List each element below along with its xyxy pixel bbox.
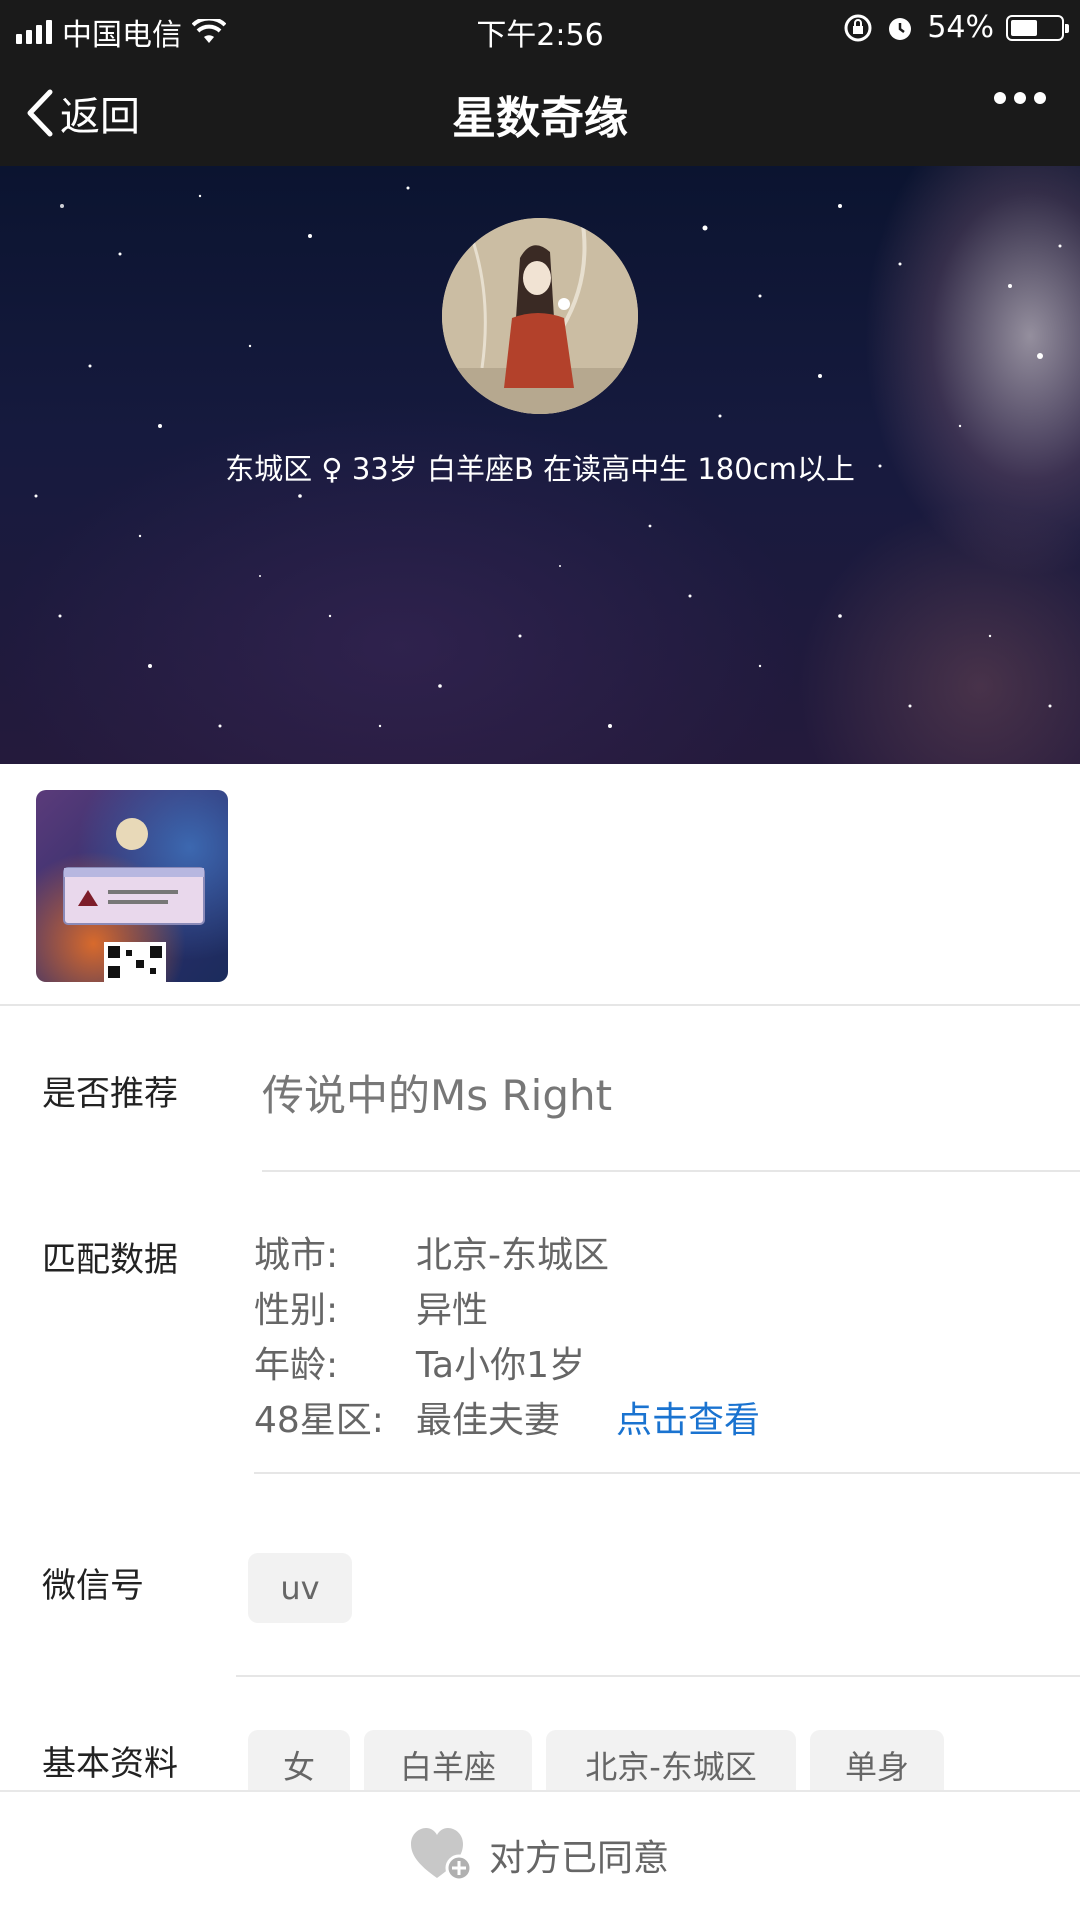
divider xyxy=(262,1170,1080,1172)
profile-zodiac: 白羊座B xyxy=(426,452,534,486)
match-value: 异性 xyxy=(416,1290,489,1331)
view-detail-link[interactable]: 点击查看 xyxy=(616,1393,760,1448)
match-label: 匹配数据 xyxy=(42,1240,178,1280)
profile-age: 33岁 xyxy=(351,452,418,486)
profile-hero: 东城区 ♀ 33岁 白羊座B 在读高中生 180cm以上 xyxy=(0,166,1080,764)
match-value: 北京-东城区 xyxy=(416,1235,609,1276)
match-key: 48星区: xyxy=(254,1400,384,1441)
match-row-zodiac-zone: 48星区: 最佳夫妻 点击查看 xyxy=(254,1393,760,1448)
battery-percent: 54% xyxy=(927,10,994,45)
qr-card-image xyxy=(63,818,205,982)
nav-bar: 返回 星数奇缘 xyxy=(0,56,1080,166)
more-dots-icon xyxy=(994,92,1006,104)
match-row-gender: 性别: 异性 xyxy=(254,1283,760,1338)
profile-summary: 东城区 ♀ 33岁 白羊座B 在读高中生 180cm以上 xyxy=(0,446,1080,488)
more-button[interactable] xyxy=(994,92,1046,104)
gender-symbol: ♀ xyxy=(321,452,343,486)
match-key: 性别: xyxy=(254,1290,339,1331)
profile-education: 在读高中生 xyxy=(543,452,689,486)
match-key: 城市: xyxy=(254,1235,339,1276)
match-key: 年龄: xyxy=(254,1345,339,1386)
bottom-action-bar: 对方已同意 xyxy=(0,1790,1080,1920)
battery-icon xyxy=(1006,14,1069,41)
alarm-icon xyxy=(889,17,912,40)
profile-district: 东城区 xyxy=(225,452,313,486)
wechat-label: 微信号 xyxy=(42,1566,144,1606)
basic-info-label: 基本资料 xyxy=(42,1744,178,1784)
avatar-illustration xyxy=(442,218,638,414)
qr-card-thumbnail[interactable] xyxy=(36,790,228,982)
wechat-id-chip[interactable]: uv xyxy=(248,1553,352,1623)
divider xyxy=(236,1675,1080,1677)
recommend-value: 传说中的Ms Right xyxy=(262,1071,613,1120)
profile-height: 180cm以上 xyxy=(697,452,855,486)
page-title: 星数奇缘 xyxy=(452,93,628,144)
recommend-label: 是否推荐 xyxy=(42,1074,178,1114)
more-dot xyxy=(1034,92,1046,104)
rotation-lock-icon xyxy=(844,14,872,41)
agree-status-text: 对方已同意 xyxy=(488,1838,669,1879)
match-data-list: 城市: 北京-东城区 性别: 异性 年龄: Ta小你1岁 48星区: 最佳夫妻 … xyxy=(254,1228,760,1448)
profile-avatar[interactable] xyxy=(442,218,638,414)
agree-status-button[interactable]: 对方已同意 xyxy=(0,1828,1080,1882)
more-dot xyxy=(1014,92,1026,104)
match-value: Ta小你1岁 xyxy=(416,1345,585,1386)
match-value: 最佳夫妻 xyxy=(416,1400,561,1441)
status-bar: 中国电信 下午2:56 54% xyxy=(0,0,1080,56)
divider xyxy=(0,1004,1080,1006)
divider xyxy=(254,1472,1080,1474)
heart-plus-icon xyxy=(410,1828,473,1882)
match-row-age: 年龄: Ta小你1岁 xyxy=(254,1338,760,1393)
profile-page: 中国电信 下午2:56 54% 返回 星数奇缘 东城区 ♀ 33岁 白羊座B 在… xyxy=(0,0,1080,1920)
match-row-city: 城市: 北京-东城区 xyxy=(254,1228,760,1283)
